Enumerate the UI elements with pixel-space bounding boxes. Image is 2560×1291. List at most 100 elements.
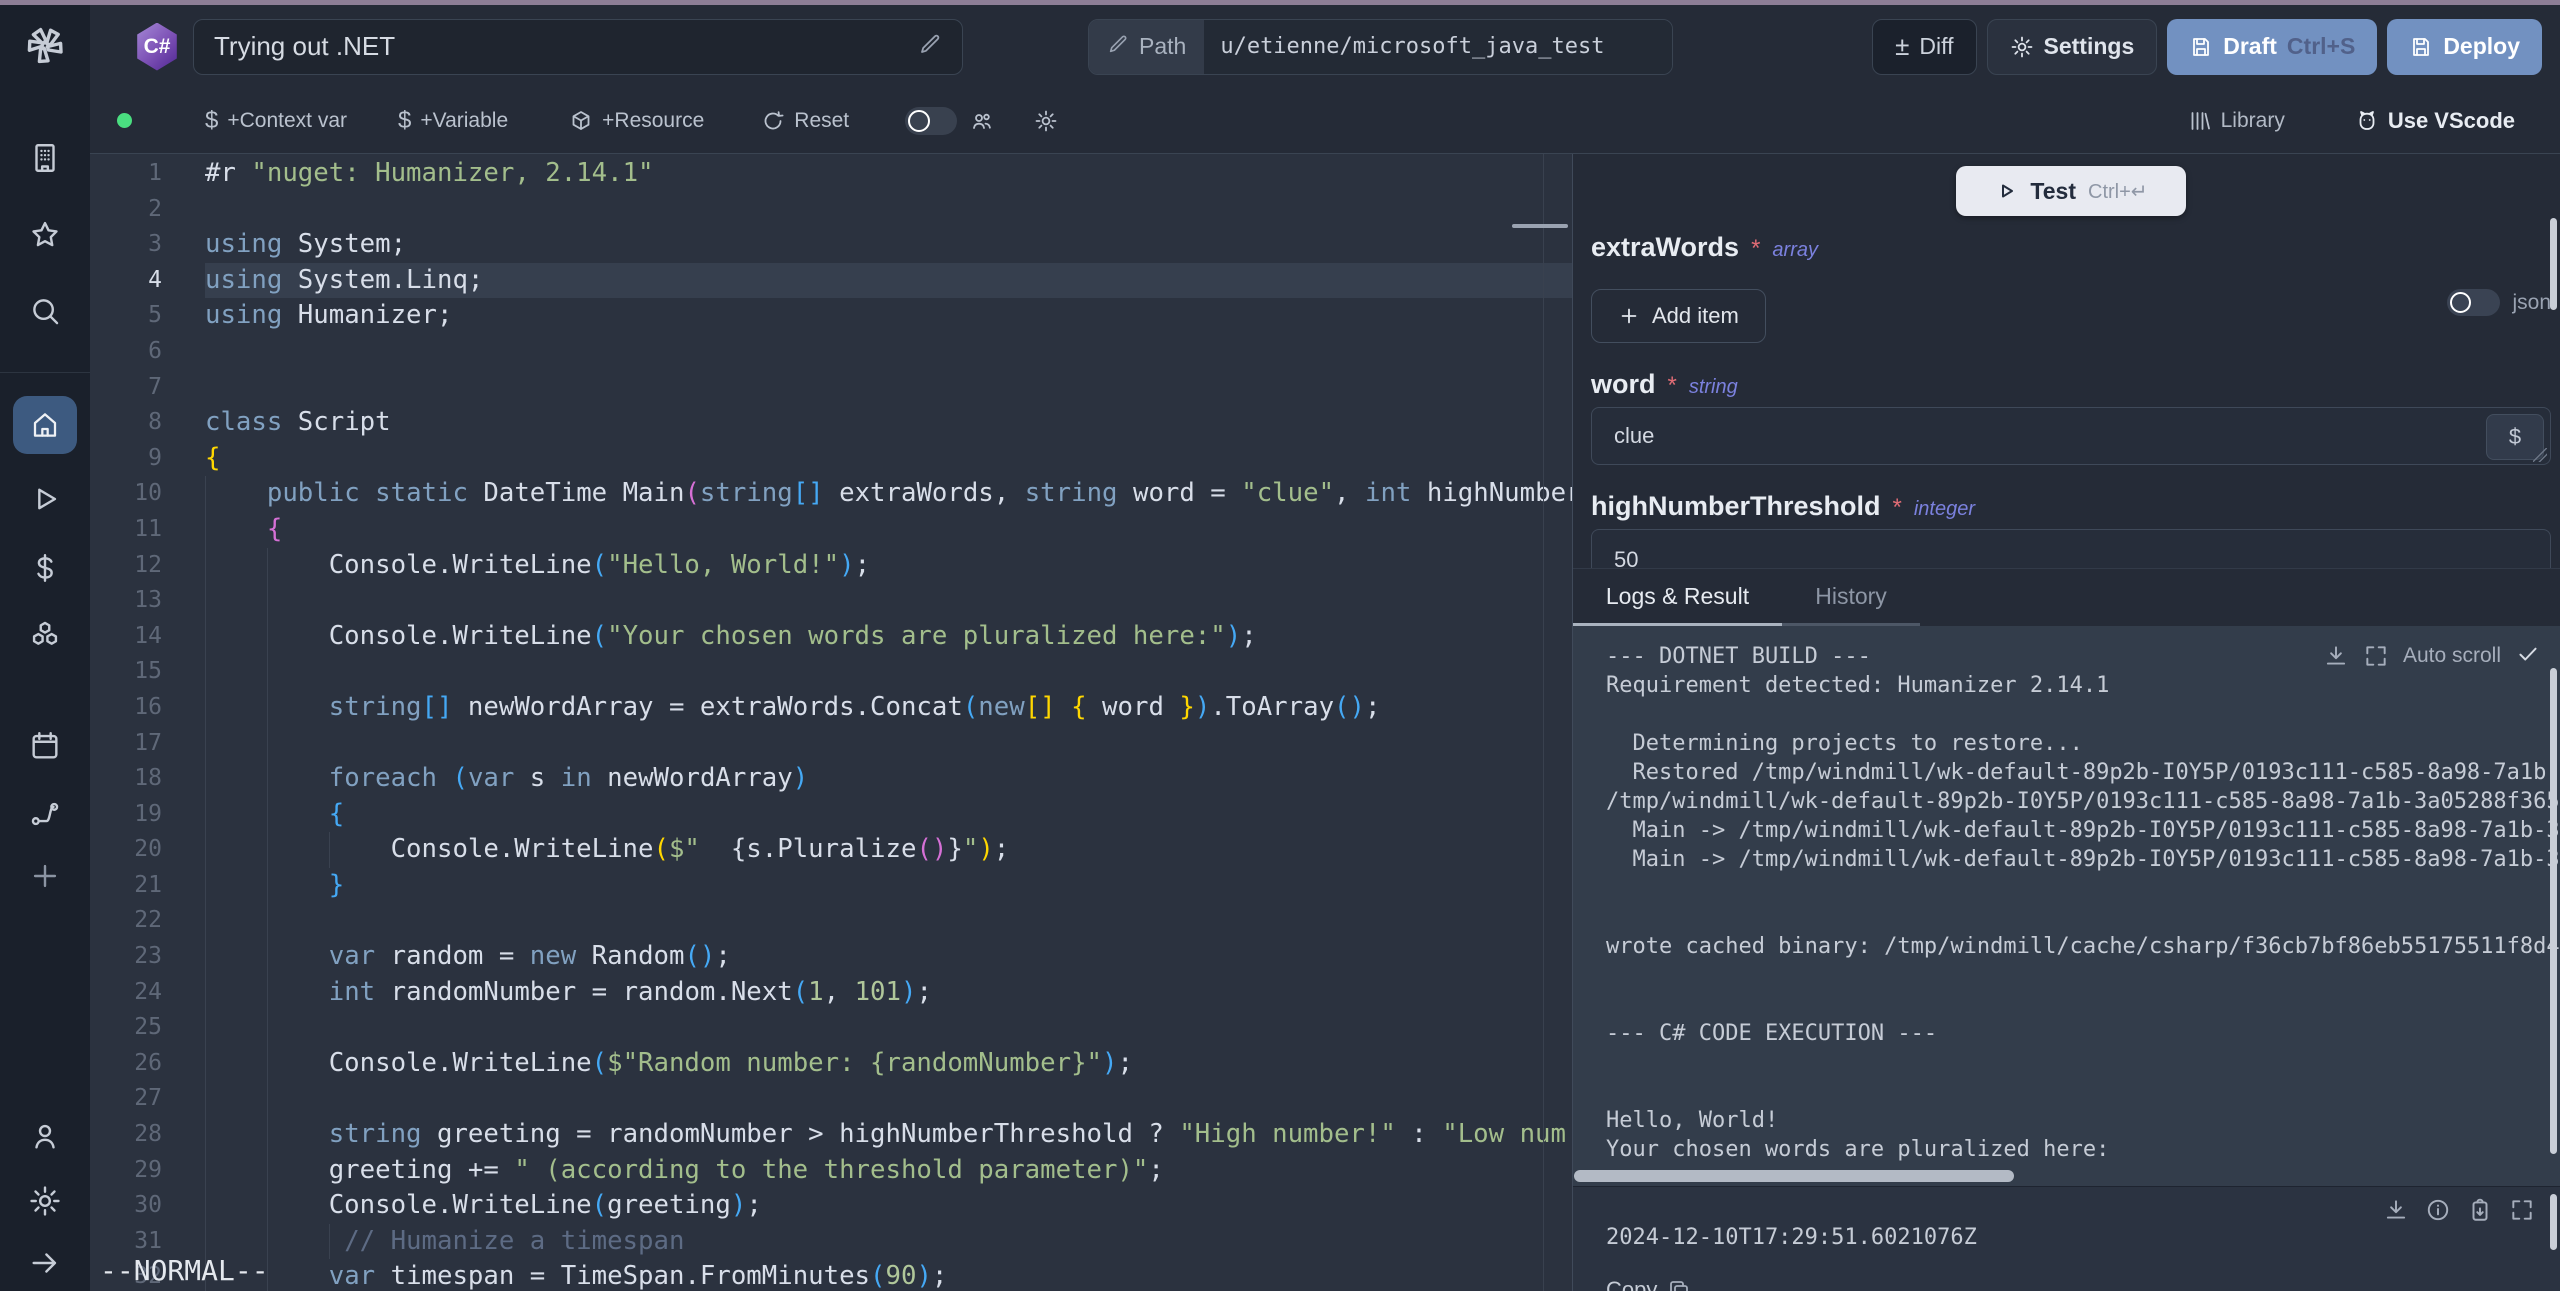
- textarea-resize-handle[interactable]: [2533, 448, 2547, 462]
- indent-guide: [205, 1117, 206, 1153]
- library-button[interactable]: Library: [2188, 109, 2285, 133]
- result-controls: [2383, 1197, 2535, 1223]
- code-line[interactable]: Console.WriteLine("Your chosen words are…: [205, 619, 1572, 655]
- path-field[interactable]: Path u/etienne/microsoft_java_test: [1088, 19, 1673, 75]
- collapse-arrow-icon[interactable]: [0, 1246, 90, 1280]
- code-line[interactable]: [205, 334, 1572, 370]
- clipboard-icon[interactable]: [2467, 1197, 2493, 1223]
- code-line[interactable]: {: [205, 512, 1572, 548]
- info-icon[interactable]: [2425, 1197, 2451, 1223]
- settings-gear-icon[interactable]: [0, 1184, 90, 1218]
- highnumberthreshold-input[interactable]: 50: [1591, 529, 2551, 568]
- draft-button[interactable]: Draft Ctrl+S: [2167, 19, 2377, 75]
- code-line[interactable]: [205, 583, 1572, 619]
- word-input[interactable]: clue $: [1591, 407, 2551, 465]
- log-scrollbar[interactable]: [2550, 668, 2557, 1154]
- schedules-calendar-icon[interactable]: [0, 729, 90, 763]
- create-plus-icon[interactable]: [0, 859, 90, 893]
- code-line[interactable]: Console.WriteLine($"Random number: {rand…: [205, 1046, 1572, 1082]
- diff-button[interactable]: ± Diff: [1872, 19, 1976, 75]
- indent-guide: [205, 548, 206, 584]
- code-line[interactable]: string[] newWordArray = extraWords.Conca…: [205, 690, 1572, 726]
- code-line[interactable]: var random = new Random();: [205, 939, 1572, 975]
- runs-play-icon[interactable]: [0, 482, 90, 516]
- code-line[interactable]: [205, 726, 1572, 762]
- expand-icon[interactable]: [2363, 643, 2389, 669]
- code-line[interactable]: [205, 1081, 1572, 1117]
- diff-mode-toggle[interactable]: [905, 107, 957, 135]
- code-line[interactable]: [205, 903, 1572, 939]
- line-number: 10: [90, 476, 162, 512]
- add-variable-button[interactable]: $ +Variable: [398, 107, 508, 135]
- code-line[interactable]: }: [205, 868, 1572, 904]
- code-line[interactable]: var timespan = TimeSpan.FromMinutes(90);: [205, 1259, 1572, 1291]
- line-number: 14: [90, 619, 162, 655]
- download-icon[interactable]: [2383, 1197, 2409, 1223]
- code-line[interactable]: #r "nuget: Humanizer, 2.14.1": [205, 156, 1572, 192]
- code-line[interactable]: [205, 1010, 1572, 1046]
- code-line[interactable]: string greeting = randomNumber > highNum…: [205, 1117, 1572, 1153]
- code-line[interactable]: [205, 654, 1572, 690]
- auto-scroll-checkbox[interactable]: [2515, 640, 2541, 672]
- sidebar-divider: [0, 372, 90, 373]
- reset-button[interactable]: Reset: [761, 109, 849, 133]
- code-line[interactable]: using System.Linq;: [205, 263, 1572, 299]
- code-line[interactable]: [205, 370, 1572, 406]
- indent-guide: [329, 1224, 330, 1260]
- form-scrollbar[interactable]: [2550, 218, 2557, 310]
- deploy-button[interactable]: Deploy: [2387, 19, 2542, 75]
- code-line[interactable]: {: [205, 441, 1572, 477]
- edit-path-pencil-icon[interactable]: [1107, 33, 1129, 60]
- editor-settings-button[interactable]: [1034, 109, 1058, 133]
- copy-button[interactable]: Copy: [1606, 1277, 1691, 1291]
- windmill-logo-icon[interactable]: [0, 21, 90, 69]
- tab-logs-result[interactable]: Logs & Result: [1573, 569, 1782, 627]
- log-output-panel[interactable]: --- DOTNET BUILD --- Requirement detecte…: [1573, 626, 2560, 1186]
- edit-title-pencil-icon[interactable]: [918, 32, 942, 61]
- line-number-gutter: 1234567891011121314151617181920212223242…: [90, 154, 162, 1291]
- flows-route-icon[interactable]: [0, 797, 90, 831]
- indent-guide: [267, 868, 268, 904]
- tab-history[interactable]: History: [1782, 569, 1920, 627]
- json-toggle[interactable]: [2447, 289, 2500, 316]
- user-icon[interactable]: [0, 1119, 90, 1153]
- workspace-icon[interactable]: [0, 141, 90, 175]
- code-line[interactable]: Console.WriteLine($" {s.Pluralize()}");: [205, 832, 1572, 868]
- code-line[interactable]: using Humanizer;: [205, 298, 1572, 334]
- code-line[interactable]: // Humanize a timespan: [205, 1224, 1572, 1260]
- code-line[interactable]: greeting += " (according to the threshol…: [205, 1153, 1572, 1189]
- code-area[interactable]: #r "nuget: Humanizer, 2.14.1" using Syste…: [205, 154, 1572, 1291]
- favorites-star-icon[interactable]: [0, 218, 90, 252]
- indent-guide: [205, 761, 206, 797]
- test-button[interactable]: Test Ctrl+↵: [1956, 166, 2186, 216]
- settings-button[interactable]: Settings: [1987, 19, 2158, 75]
- panel-resize-handle[interactable]: [1512, 224, 1568, 228]
- add-resource-button[interactable]: +Resource: [569, 109, 704, 133]
- code-line[interactable]: Console.WriteLine(greeting);: [205, 1188, 1572, 1224]
- variables-dollar-icon[interactable]: [0, 551, 90, 585]
- code-line[interactable]: foreach (var s in newWordArray): [205, 761, 1572, 797]
- code-line[interactable]: Console.WriteLine("Hello, World!");: [205, 548, 1572, 584]
- code-line[interactable]: public static DateTime Main(string[] ext…: [205, 476, 1572, 512]
- plus-minus-icon: ±: [1895, 31, 1909, 62]
- sidebar-item-home-active[interactable]: [13, 396, 77, 454]
- expand-icon[interactable]: [2509, 1197, 2535, 1223]
- code-line[interactable]: class Script: [205, 405, 1572, 441]
- script-title-input[interactable]: Trying out .NET: [193, 19, 963, 75]
- multiplayer-button[interactable]: [970, 109, 994, 133]
- add-item-button[interactable]: Add item: [1591, 289, 1766, 343]
- code-line[interactable]: using System;: [205, 227, 1572, 263]
- search-icon[interactable]: [0, 294, 90, 328]
- path-value-area: u/etienne/microsoft_java_test: [1204, 20, 1672, 74]
- code-line[interactable]: [205, 192, 1572, 228]
- use-vscode-button[interactable]: Use VScode: [2355, 108, 2515, 134]
- csharp-language-icon: C#: [135, 23, 179, 71]
- download-icon[interactable]: [2323, 643, 2349, 669]
- code-editor[interactable]: 1234567891011121314151617181920212223242…: [90, 154, 1572, 1291]
- resources-cubes-icon[interactable]: [0, 619, 90, 653]
- result-scrollbar[interactable]: [2550, 1194, 2557, 1250]
- add-context-var-button[interactable]: $ +Context var: [205, 107, 347, 135]
- log-horizontal-scrollbar[interactable]: [1574, 1170, 2014, 1182]
- code-line[interactable]: int randomNumber = random.Next(1, 101);: [205, 975, 1572, 1011]
- code-line[interactable]: {: [205, 797, 1572, 833]
